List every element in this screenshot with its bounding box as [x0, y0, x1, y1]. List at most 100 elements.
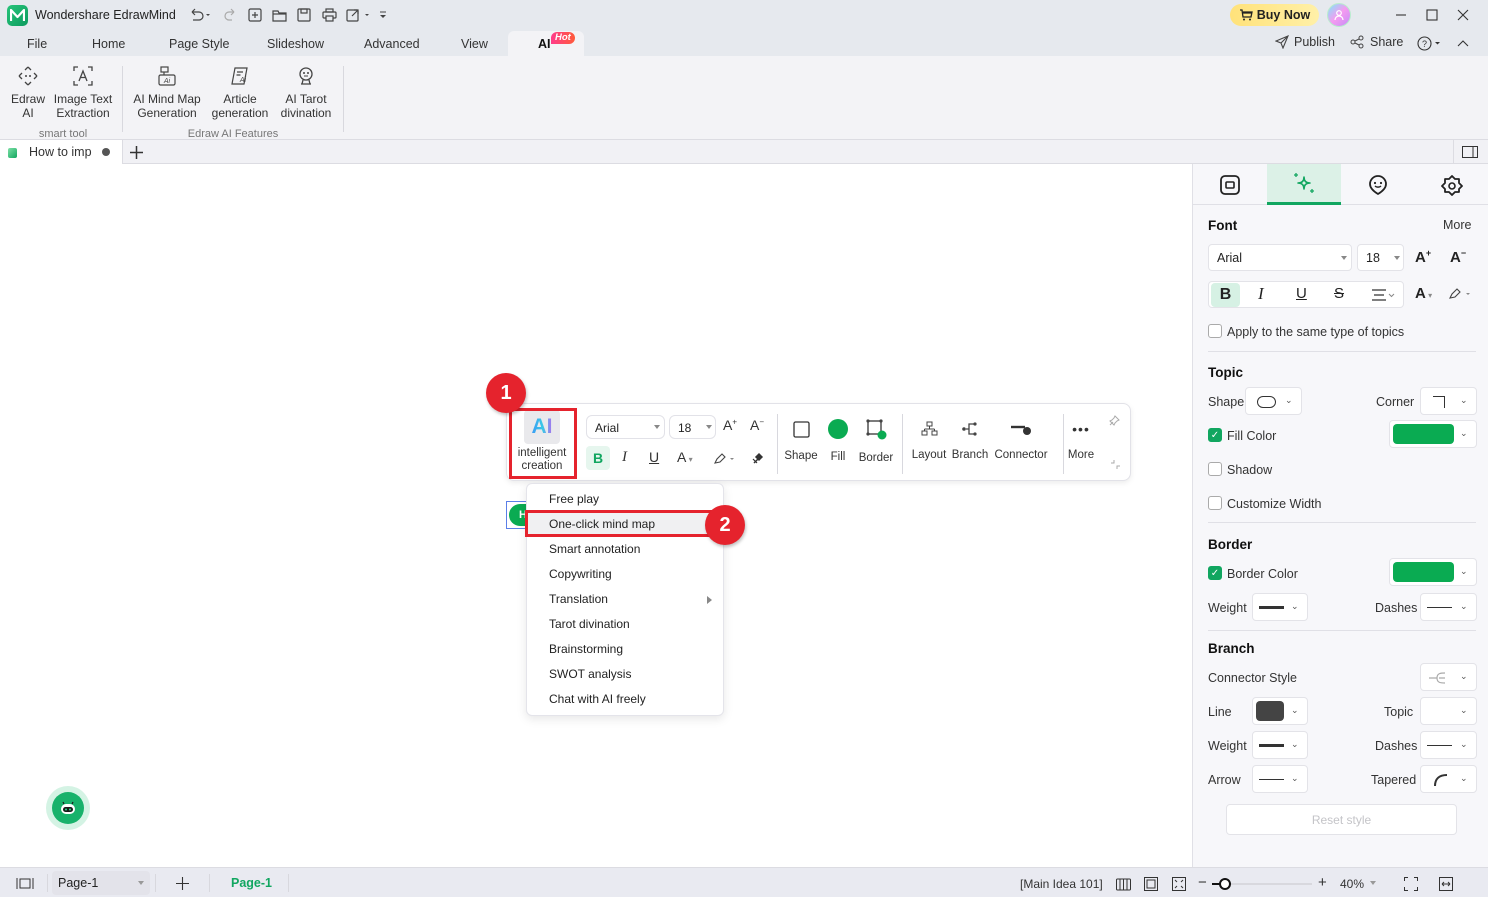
- new-file-icon[interactable]: [247, 7, 263, 23]
- image-text-extraction-button[interactable]: Image Text Extraction: [52, 66, 114, 120]
- layout-button[interactable]: Layout: [910, 418, 948, 461]
- close-icon[interactable]: [1455, 7, 1471, 23]
- panel-bold-button[interactable]: B: [1211, 283, 1240, 307]
- menu-item-swot-analysis[interactable]: SWOT analysis: [549, 667, 631, 681]
- panel-strikethrough-button[interactable]: S: [1334, 285, 1344, 302]
- panel-font-color-button[interactable]: A ▾: [1415, 285, 1432, 302]
- menu-item-copywriting[interactable]: Copywriting: [549, 567, 612, 581]
- edraw-ai-button[interactable]: Edraw AI: [8, 66, 48, 120]
- customize-quick-access-icon[interactable]: [378, 9, 388, 21]
- border-color-checkbox[interactable]: ✓: [1208, 566, 1222, 580]
- reset-style-button[interactable]: Reset style: [1226, 804, 1457, 835]
- apply-same-type-checkbox[interactable]: [1208, 324, 1222, 338]
- panel-highlight-button[interactable]: [1448, 286, 1474, 300]
- user-avatar[interactable]: [1327, 3, 1351, 27]
- panel-decrease-font-icon[interactable]: A−: [1450, 248, 1466, 266]
- format-painter-icon[interactable]: [750, 450, 766, 466]
- zoom-level[interactable]: 40%: [1340, 877, 1364, 891]
- panel-tab-style[interactable]: [1267, 164, 1341, 205]
- more-button[interactable]: ••• More: [1065, 418, 1097, 461]
- panel-tab-page[interactable]: [1193, 164, 1267, 205]
- customize-width-checkbox[interactable]: [1208, 496, 1222, 510]
- menu-ai-tab[interactable]: AI Hot: [508, 31, 584, 56]
- print-icon[interactable]: [321, 7, 337, 23]
- shape-button[interactable]: Shape: [782, 418, 820, 462]
- font-family-select[interactable]: Arial: [586, 415, 665, 439]
- panel-font-family-select[interactable]: Arial: [1208, 244, 1352, 271]
- decrease-font-icon[interactable]: A−: [750, 417, 764, 433]
- menu-page-style[interactable]: Page Style: [169, 37, 229, 51]
- border-color-select[interactable]: ⌄: [1389, 558, 1477, 586]
- zoom-slider-thumb[interactable]: [1219, 878, 1231, 890]
- branch-tapered-select[interactable]: ⌄: [1420, 765, 1477, 793]
- branch-line-color-select[interactable]: ⌄: [1252, 697, 1308, 725]
- undo-icon[interactable]: [187, 7, 213, 23]
- menu-item-free-play[interactable]: Free play: [549, 492, 599, 506]
- menu-item-smart-annotation[interactable]: Smart annotation: [549, 542, 640, 556]
- new-tab-icon[interactable]: [128, 144, 144, 160]
- branch-dashes-select[interactable]: ⌄: [1420, 731, 1477, 759]
- zoom-slider[interactable]: [1212, 877, 1312, 891]
- font-more-link[interactable]: More: [1443, 218, 1471, 232]
- menu-slideshow[interactable]: Slideshow: [267, 37, 324, 51]
- unsaved-dot-icon[interactable]: [102, 148, 110, 156]
- page-tab-active[interactable]: Page-1: [231, 876, 272, 890]
- bold-button[interactable]: B: [586, 446, 610, 470]
- panel-align-button[interactable]: [1371, 288, 1397, 302]
- shadow-checkbox[interactable]: [1208, 462, 1222, 476]
- collapse-ribbon-icon[interactable]: [1456, 36, 1470, 50]
- ai-tarot-button[interactable]: AI Tarot divination: [276, 66, 336, 120]
- panel-italic-button[interactable]: I: [1258, 284, 1264, 304]
- article-generation-button[interactable]: Ai Article generation: [208, 66, 272, 120]
- border-dashes-select[interactable]: ⌄: [1420, 593, 1477, 621]
- open-folder-icon[interactable]: [271, 7, 287, 23]
- redo-icon[interactable]: [222, 7, 238, 23]
- branch-topic-select[interactable]: ⌄: [1420, 697, 1477, 725]
- panel-font-size-select[interactable]: 18: [1357, 244, 1404, 271]
- toggle-right-panel-icon[interactable]: [1461, 145, 1479, 159]
- topic-corner-select[interactable]: ⌄: [1420, 387, 1477, 415]
- page-list-toggle-icon[interactable]: [15, 877, 35, 889]
- pin-icon[interactable]: [1108, 414, 1120, 426]
- font-size-select[interactable]: 18: [669, 415, 716, 439]
- font-color-icon[interactable]: A ▾: [677, 449, 693, 465]
- underline-icon[interactable]: U: [649, 449, 659, 465]
- panel-tab-icons[interactable]: [1341, 164, 1415, 205]
- border-button[interactable]: Border: [857, 418, 895, 464]
- menu-home[interactable]: Home: [92, 37, 125, 51]
- menu-item-chat-with-ai[interactable]: Chat with AI freely: [549, 692, 646, 706]
- connector-button[interactable]: Connector: [992, 418, 1050, 461]
- export-icon[interactable]: [346, 7, 374, 23]
- zoom-out-button[interactable]: −: [1198, 874, 1207, 891]
- menu-item-tarot-divination[interactable]: Tarot divination: [549, 617, 630, 631]
- book-view-icon[interactable]: [1115, 877, 1131, 891]
- branch-weight-select[interactable]: ⌄: [1252, 731, 1308, 759]
- menu-advanced[interactable]: Advanced: [364, 37, 420, 51]
- save-icon[interactable]: [296, 7, 312, 23]
- fit-width-icon[interactable]: [1438, 876, 1454, 892]
- share-button[interactable]: Share: [1350, 35, 1403, 49]
- page-select[interactable]: Page-1: [52, 871, 150, 895]
- collapse-toolbar-icon[interactable]: [1110, 459, 1120, 469]
- fill-color-checkbox[interactable]: ✓: [1208, 428, 1222, 442]
- border-weight-select[interactable]: ⌄: [1252, 593, 1308, 621]
- publish-button[interactable]: Publish: [1275, 35, 1335, 49]
- add-page-icon[interactable]: [175, 876, 189, 890]
- topic-shape-select[interactable]: ⌄: [1245, 387, 1302, 415]
- fullscreen-icon[interactable]: [1403, 876, 1419, 892]
- italic-icon[interactable]: I: [622, 449, 627, 466]
- menu-view[interactable]: View: [461, 37, 488, 51]
- fill-color-select[interactable]: ⌄: [1389, 420, 1477, 448]
- fit-page-icon[interactable]: [1143, 876, 1159, 892]
- panel-increase-font-icon[interactable]: A+: [1415, 248, 1431, 266]
- branch-arrow-select[interactable]: ⌄: [1252, 765, 1308, 793]
- zoom-dropdown-arrow-icon[interactable]: [1370, 881, 1376, 885]
- ai-mind-map-generation-button[interactable]: Ai AI Mind Map Generation: [130, 66, 204, 120]
- document-tab[interactable]: How to imp: [0, 140, 123, 164]
- menu-item-translation[interactable]: Translation: [549, 592, 608, 606]
- connector-style-select[interactable]: ⌄: [1420, 663, 1477, 691]
- ai-assistant-button[interactable]: [46, 786, 90, 830]
- minimize-icon[interactable]: [1393, 7, 1409, 23]
- menu-file[interactable]: File: [27, 37, 47, 51]
- panel-underline-button[interactable]: U: [1296, 285, 1307, 302]
